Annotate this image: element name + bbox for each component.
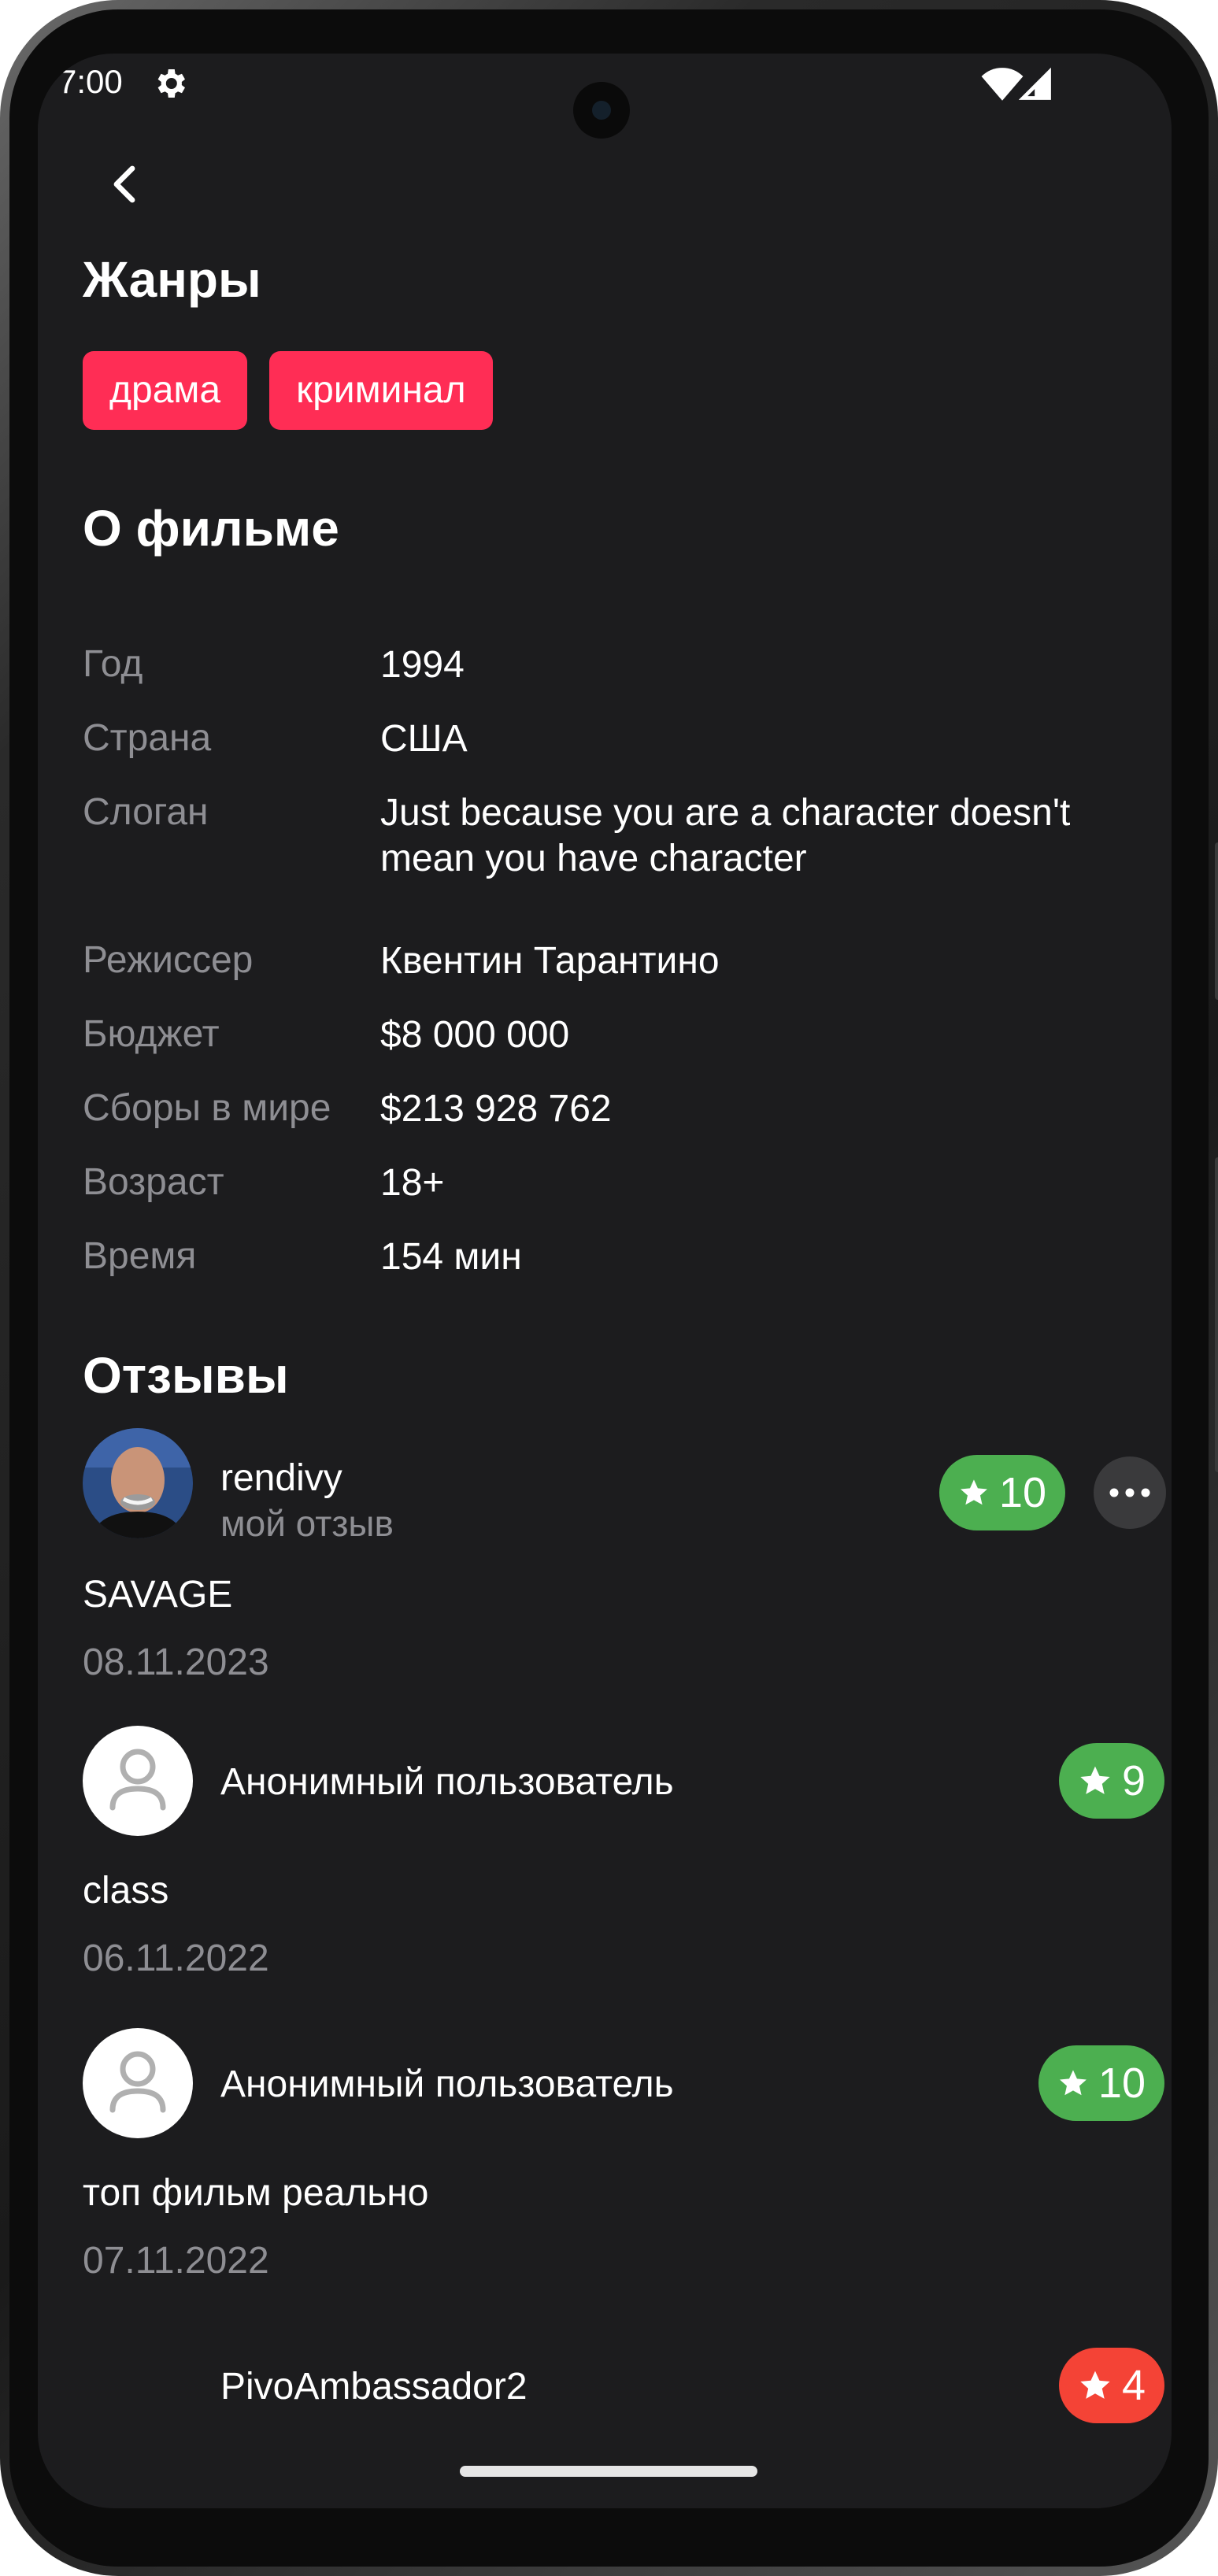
review-date: 08.11.2023: [83, 1641, 269, 1683]
review-item: Анонимный пользователь 9 class 06.11.202…: [83, 1726, 1164, 2025]
review-item: rendivy мой отзыв 10 SAVAGE 08.11.2023: [83, 1423, 1166, 1738]
info-label: Страна: [83, 717, 212, 759]
genres-title: Жанры: [83, 251, 261, 308]
gear-icon: [157, 69, 185, 98]
more-options-button[interactable]: [1094, 1456, 1166, 1529]
info-label: Возраст: [83, 1161, 224, 1203]
info-value: $213 928 762: [380, 1088, 612, 1130]
genre-chip-crime[interactable]: криминал: [269, 351, 493, 430]
avatar[interactable]: [83, 2028, 193, 2138]
star-icon: [1080, 1766, 1110, 1794]
info-value: $8 000 000: [380, 1014, 570, 1056]
power-button: [1215, 1157, 1218, 1472]
review-text: SAVAGE: [83, 1574, 233, 1616]
star-icon: [1059, 2070, 1087, 2096]
info-value: 18+: [380, 1162, 445, 1204]
info-value: США: [380, 718, 468, 760]
info-label: Бюджет: [83, 1013, 220, 1055]
info-value: Квентин Тарантино: [380, 940, 720, 982]
signal-icon: [1019, 68, 1051, 100]
review-subtitle: мой отзыв: [220, 1503, 394, 1544]
reviews-title: Отзывы: [83, 1347, 289, 1404]
genre-chip-drama[interactable]: драма: [83, 351, 248, 430]
avatar[interactable]: [83, 1428, 193, 1538]
rating-badge: 10: [939, 1455, 1065, 1530]
review-text: топ фильм реально: [83, 2172, 429, 2214]
star-icon: [960, 1479, 987, 1505]
more-horizontal-icon: [1109, 1488, 1150, 1497]
review-author: rendivy: [220, 1457, 342, 1499]
rating-value: 9: [1121, 1757, 1146, 1804]
review-author: PivoAmbassador2: [220, 2366, 528, 2408]
volume-button: [1215, 842, 1218, 1000]
review-date: 06.11.2022: [83, 1938, 269, 1979]
review-text: class: [83, 1870, 169, 1912]
genre-chips: драма криминал: [83, 351, 493, 430]
rating-badge: 10: [1038, 2045, 1164, 2121]
review-author: Анонимный пользователь: [220, 2063, 674, 2105]
status-time: 7:00: [58, 63, 123, 100]
review-item: Анонимный пользователь 10 топ фильм реал…: [83, 2028, 1164, 2327]
star-icon: [1080, 2371, 1110, 2399]
info-label: Слоган: [83, 791, 209, 833]
user-photo: [83, 1428, 193, 1538]
avatar[interactable]: [83, 1726, 193, 1836]
review-date: 07.11.2022: [83, 2240, 269, 2282]
info-label: Год: [83, 643, 143, 685]
info-value: 154 мин: [380, 1236, 522, 1278]
chevron-left-icon[interactable]: [94, 153, 157, 216]
rating-value: 10: [998, 1469, 1046, 1516]
front-camera: [573, 82, 630, 139]
rating-value: 10: [1098, 2060, 1146, 2107]
rating-value: 4: [1121, 2362, 1146, 2409]
rating-badge: 9: [1059, 1743, 1164, 1819]
user-icon: [109, 1749, 166, 1811]
review-item: PivoAmbassador2 4: [83, 2330, 1164, 2456]
info-value: Just because you are a character doesn't…: [380, 792, 1071, 879]
wifi-icon: [981, 68, 1024, 101]
info-label: Режиссер: [83, 939, 254, 981]
review-author: Анонимный пользователь: [220, 1761, 674, 1803]
rating-badge: 4: [1059, 2348, 1164, 2423]
info-value: 1994: [380, 644, 465, 686]
about-title: О фильме: [83, 500, 339, 557]
info-label: Сборы в мире: [83, 1087, 331, 1129]
info-label: Время: [83, 1235, 197, 1277]
home-indicator[interactable]: [460, 2466, 757, 2477]
phone-frame: 7:00 Жанры драма криминал О фильме Год 1…: [0, 0, 1218, 2576]
user-icon: [109, 2051, 166, 2113]
app-screen: 7:00 Жанры драма криминал О фильме Год 1…: [38, 54, 1172, 2508]
